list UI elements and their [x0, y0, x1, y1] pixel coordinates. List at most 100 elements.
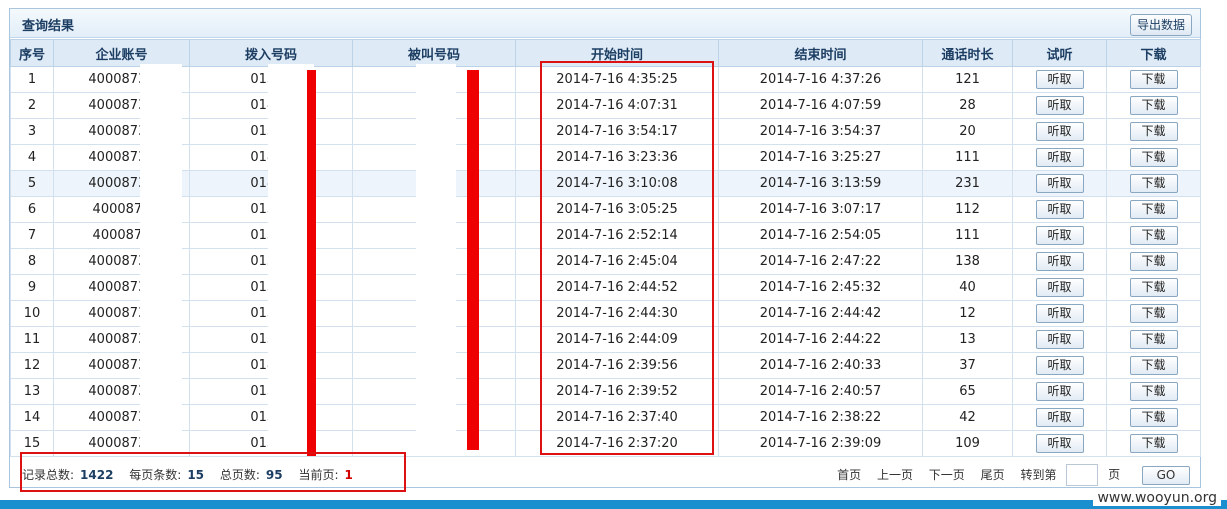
cell-end-time: 2014-7-16 4:07:59 — [718, 92, 923, 119]
cell-duration: 109 — [922, 430, 1013, 457]
listen-button[interactable]: 听取 — [1035, 252, 1084, 271]
cell-duration: 42 — [922, 404, 1013, 431]
listen-button[interactable]: 听取 — [1035, 356, 1084, 375]
listen-button[interactable]: 听取 — [1035, 408, 1084, 427]
listen-button[interactable]: 听取 — [1035, 330, 1084, 349]
download-button[interactable]: 下载 — [1129, 174, 1178, 193]
cell-listen: 听取 — [1012, 378, 1107, 405]
cell-duration: 13 — [922, 326, 1013, 353]
cell-end-time: 2014-7-16 2:45:32 — [718, 274, 923, 301]
col-header-caller[interactable]: 拨入号码 — [189, 39, 353, 67]
download-button[interactable]: 下载 — [1129, 434, 1178, 453]
page-unit-label: 页 — [1108, 467, 1121, 482]
col-header-download: 下载 — [1106, 39, 1201, 67]
download-button[interactable]: 下载 — [1129, 252, 1178, 271]
download-button[interactable]: 下载 — [1129, 330, 1178, 349]
cell-no: 12 — [10, 352, 54, 379]
cell-listen: 听取 — [1012, 66, 1107, 93]
cell-no: 2 — [10, 92, 54, 119]
listen-button[interactable]: 听取 — [1035, 226, 1084, 245]
goto-label: 转到第 — [1020, 467, 1057, 482]
download-button[interactable]: 下载 — [1129, 382, 1178, 401]
download-button[interactable]: 下载 — [1129, 148, 1178, 167]
pager-controls: 首页 上一页 下一页 尾页 转到第 页 GO — [825, 464, 1190, 486]
panel-title: 查询结果 — [22, 19, 75, 34]
cell-no: 1 — [10, 66, 54, 93]
cell-duration: 231 — [922, 170, 1013, 197]
listen-button[interactable]: 听取 — [1035, 96, 1084, 115]
cell-no: 8 — [10, 248, 54, 275]
listen-button[interactable]: 听取 — [1035, 278, 1084, 297]
page-number-input[interactable] — [1066, 464, 1099, 486]
first-page-link[interactable]: 首页 — [837, 466, 861, 483]
download-button[interactable]: 下载 — [1129, 304, 1178, 323]
cell-listen: 听取 — [1012, 118, 1107, 145]
listen-button[interactable]: 听取 — [1035, 382, 1084, 401]
cell-end-time: 2014-7-16 2:44:42 — [718, 300, 923, 327]
download-button[interactable]: 下载 — [1129, 96, 1178, 115]
cell-duration: 12 — [922, 300, 1013, 327]
next-page-link[interactable]: 下一页 — [929, 466, 965, 483]
col-header-account[interactable]: 企业账号 — [53, 39, 190, 67]
cell-end-time: 2014-7-16 4:37:26 — [718, 66, 923, 93]
cell-download: 下载 — [1106, 378, 1201, 405]
cell-duration: 40 — [922, 274, 1013, 301]
col-header-listen: 试听 — [1012, 39, 1107, 67]
redaction-mask-callee — [416, 64, 456, 450]
annotation-box-summary — [20, 452, 406, 492]
export-data-button[interactable]: 导出数据 — [1130, 14, 1192, 36]
cell-listen: 听取 — [1012, 274, 1107, 301]
cell-end-time: 2014-7-16 2:39:09 — [718, 430, 923, 457]
cell-no: 4 — [10, 144, 54, 171]
col-header-callee[interactable]: 被叫号码 — [352, 39, 516, 67]
cell-download: 下载 — [1106, 144, 1201, 171]
prev-page-link[interactable]: 上一页 — [877, 466, 913, 483]
download-button[interactable]: 下载 — [1129, 408, 1178, 427]
cell-download: 下载 — [1106, 326, 1201, 353]
cell-download: 下载 — [1106, 430, 1201, 457]
last-page-link[interactable]: 尾页 — [981, 466, 1005, 483]
cell-no: 11 — [10, 326, 54, 353]
download-button[interactable]: 下载 — [1129, 200, 1178, 219]
cell-listen: 听取 — [1012, 430, 1107, 457]
cell-download: 下载 — [1106, 404, 1201, 431]
download-button[interactable]: 下载 — [1129, 122, 1178, 141]
listen-button[interactable]: 听取 — [1035, 148, 1084, 167]
go-button[interactable]: GO — [1142, 465, 1190, 485]
col-header-end-time[interactable]: 结束时间 — [718, 39, 923, 67]
download-button[interactable]: 下载 — [1129, 226, 1178, 245]
cell-end-time: 2014-7-16 3:25:27 — [718, 144, 923, 171]
listen-button[interactable]: 听取 — [1035, 200, 1084, 219]
cell-download: 下载 — [1106, 274, 1201, 301]
cell-download: 下载 — [1106, 248, 1201, 275]
cell-duration: 20 — [922, 118, 1013, 145]
cell-end-time: 2014-7-16 3:54:37 — [718, 118, 923, 145]
cell-download: 下载 — [1106, 300, 1201, 327]
col-header-duration[interactable]: 通话时长 — [922, 39, 1013, 67]
cell-listen: 听取 — [1012, 404, 1107, 431]
cell-listen: 听取 — [1012, 300, 1107, 327]
cell-end-time: 2014-7-16 2:40:57 — [718, 378, 923, 405]
cell-no: 7 — [10, 222, 54, 249]
cell-no: 6 — [10, 196, 54, 223]
download-button[interactable]: 下载 — [1129, 356, 1178, 375]
listen-button[interactable]: 听取 — [1035, 434, 1084, 453]
listen-button[interactable]: 听取 — [1035, 70, 1084, 89]
cell-duration: 37 — [922, 352, 1013, 379]
watermark: www.wooyun.org — [1093, 490, 1221, 506]
download-button[interactable]: 下载 — [1129, 70, 1178, 89]
cell-listen: 听取 — [1012, 352, 1107, 379]
panel-header: 查询结果 导出数据 — [10, 9, 1200, 38]
cell-duration: 111 — [922, 144, 1013, 171]
listen-button[interactable]: 听取 — [1035, 174, 1084, 193]
cell-download: 下载 — [1106, 352, 1201, 379]
listen-button[interactable]: 听取 — [1035, 122, 1084, 141]
cell-end-time: 2014-7-16 2:44:22 — [718, 326, 923, 353]
download-button[interactable]: 下载 — [1129, 278, 1178, 297]
cell-duration: 111 — [922, 222, 1013, 249]
col-header-no[interactable]: 序号 — [10, 39, 54, 67]
cell-no: 9 — [10, 274, 54, 301]
cell-end-time: 2014-7-16 2:38:22 — [718, 404, 923, 431]
listen-button[interactable]: 听取 — [1035, 304, 1084, 323]
cell-end-time: 2014-7-16 2:40:33 — [718, 352, 923, 379]
